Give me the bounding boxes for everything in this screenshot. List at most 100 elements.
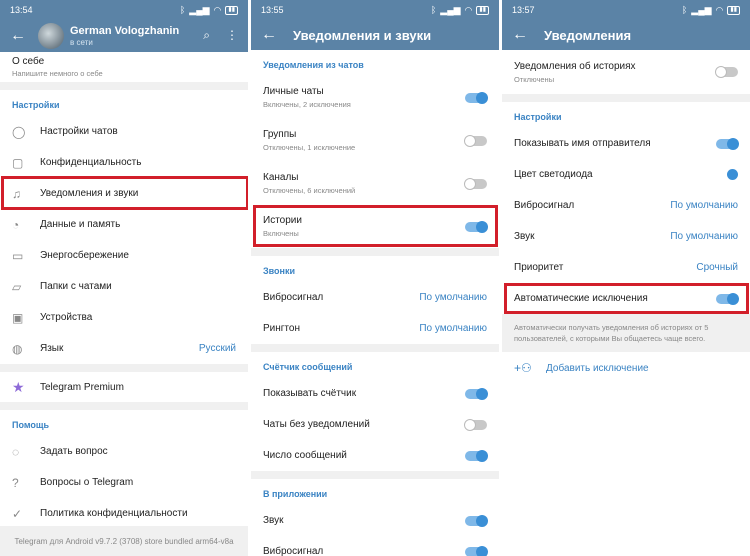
stories-notifications-screen: 13:57 ᛒ ▂▄▆ ◠ ▮▮ ← Уведомления Уведомления … [502,0,750,556]
led-color-swatch[interactable] [727,169,738,180]
chat-dots-icon: ◌ [12,444,20,459]
back-arrow-icon[interactable]: ← [10,27,26,45]
help-item-ask[interactable]: ◌ Задать вопрос [0,436,248,467]
status-icons: ᛒ ▂▄▆ ◠ ▮▮ [180,5,238,16]
call-vibrate-row[interactable]: Вибросигнал По умолчанию [251,282,499,313]
bluetooth-icon: ᛒ [681,5,688,15]
row-label: Рингтон [263,323,300,334]
counter-section-title: Счётчик сообщений [263,362,353,372]
sidebar-item-power[interactable]: ▭ Энергосбережение [0,240,248,271]
row-label: Вибросигнал [263,292,324,303]
priority-row[interactable]: Приоритет Срочный [502,252,750,283]
page-title: Уведомления [544,27,632,43]
private-chats-row[interactable]: Личные чаты Включены, 2 исключения [251,76,499,119]
battery-indicator-icon: ▮▮ [476,5,489,15]
inapp-sound-toggle[interactable] [465,514,488,527]
item-label: Данные и память [40,219,121,230]
more-vert-icon[interactable]: ⋮ [226,28,238,43]
stories-toggle[interactable] [465,220,488,233]
row-value: Срочный [696,262,738,273]
question-icon: ? [12,475,19,490]
chat-bubble-icon: ◯ [12,124,26,139]
channels-toggle[interactable] [464,177,487,190]
sidebar-item-folders[interactable]: ▱ Папки с чатами [0,271,248,302]
item-label: Язык [40,343,64,354]
wifi-icon: ◠ [213,4,222,15]
muted-chats-toggle[interactable] [464,418,487,431]
wifi-icon: ◠ [715,4,724,15]
bell-icon: ♫ [12,186,21,201]
item-label: Telegram Premium [40,381,124,393]
message-count-toggle[interactable] [465,449,488,462]
search-icon[interactable]: ⌕ [203,28,210,43]
row-label: Истории [263,215,302,226]
help-item-faq[interactable]: ? Вопросы о Telegram [0,467,248,498]
row-label: Показывать имя отправителя [514,138,651,149]
sidebar-item-premium[interactable]: ★ Telegram Premium [0,372,248,402]
sidebar-item-data[interactable]: ◔ Данные и память [0,209,248,240]
stories-row[interactable]: Истории Включены [251,205,499,248]
divider [502,94,750,102]
stories-notifications-toggle[interactable] [715,66,738,78]
show-sender-toggle[interactable] [716,137,739,150]
show-counter-row[interactable]: Показывать счётчик [251,378,499,409]
auto-exceptions-row[interactable]: Автоматические исключения [502,283,750,314]
globe-icon: ◍ [12,341,23,356]
star-icon: ★ [12,378,25,395]
add-exception-button[interactable]: +⚇ Добавить исключение [502,352,750,384]
status-bar: 13:54 ᛒ ▂▄▆ ◠ ▮▮ [0,0,248,20]
about-row[interactable]: О себе Напишите немного о себе [0,52,248,82]
sidebar-item-notifications[interactable]: ♫ Уведомления и звуки [0,178,248,209]
about-label: О себе [12,56,45,67]
show-sender-row[interactable]: Показывать имя отправителя [502,128,750,159]
item-label: Энергосбережение [40,250,129,261]
auto-exceptions-note: Автоматически получать уведомления об ис… [502,314,750,352]
item-label: Устройства [40,312,93,323]
status-icons: ᛒ ▂▄▆ ◠ ▮▮ [682,5,740,16]
status-icons: ᛒ ▂▄▆ ◠ ▮▮ [431,5,489,16]
help-item-privacy-policy[interactable]: ✓ Политика конфиденциальности [0,498,248,529]
groups-toggle[interactable] [464,134,487,147]
vibrate-row[interactable]: Вибросигнал По умолчанию [502,190,750,221]
message-count-row[interactable]: Число сообщений [251,440,499,471]
sidebar-item-chat-settings[interactable]: ◯ Настройки чатов [0,116,248,147]
back-arrow-icon[interactable]: ← [261,26,293,44]
led-color-row[interactable]: Цвет светодиода [502,159,750,190]
divider [0,402,248,410]
sidebar-item-devices[interactable]: ▣ Устройства [0,302,248,333]
sidebar-item-privacy[interactable]: ▢ Конфиденциальность [0,147,248,178]
settings-section-title: Настройки [514,112,562,122]
show-counter-toggle[interactable] [465,387,488,400]
signal-icon: ▂▄▆ [189,4,210,15]
item-label: Конфиденциальность [40,157,142,168]
avatar[interactable] [38,23,64,49]
status-bar: 13:55 ᛒ ▂▄▆ ◠ ▮▮ [251,0,499,20]
row-label: Звук [263,515,284,526]
folder-icon: ▱ [12,279,22,294]
sidebar-item-language[interactable]: ◍ Язык Русский [0,333,248,364]
muted-chats-row[interactable]: Чаты без уведомлений [251,409,499,440]
item-label: Задать вопрос [40,446,108,457]
inapp-section-title: В приложении [263,489,328,499]
language-value: Русский [198,343,236,354]
add-exception-label: Добавить исключение [546,362,649,374]
channels-row[interactable]: Каналы Отключены, 6 исключений [251,162,499,205]
bluetooth-icon: ᛒ [179,5,186,15]
row-label: Звук [514,231,535,242]
groups-row[interactable]: Группы Отключены, 1 исключение [251,119,499,162]
settings-screen: 13:54 ᛒ ▂▄▆ ◠ ▮▮ ← German Vologzhanin в сет… [0,0,248,556]
shield-check-icon: ✓ [12,506,23,521]
private-chats-toggle[interactable] [465,91,488,104]
inapp-vibrate-row[interactable]: Вибросигнал [251,536,499,556]
item-label: Папки с чатами [40,281,112,292]
back-arrow-icon[interactable]: ← [512,26,544,44]
sound-row[interactable]: Звук По умолчанию [502,221,750,252]
stories-notifications-row[interactable]: Уведомления об историях Отключены [502,50,750,94]
auto-exceptions-toggle[interactable] [716,292,739,305]
row-label: Уведомления об историях [514,60,636,72]
row-value: По умолчанию [419,323,487,334]
inapp-vibrate-toggle[interactable] [465,545,488,556]
ringtone-row[interactable]: Рингтон По умолчанию [251,313,499,344]
inapp-sound-row[interactable]: Звук [251,505,499,536]
item-label: Вопросы о Telegram [40,477,134,488]
